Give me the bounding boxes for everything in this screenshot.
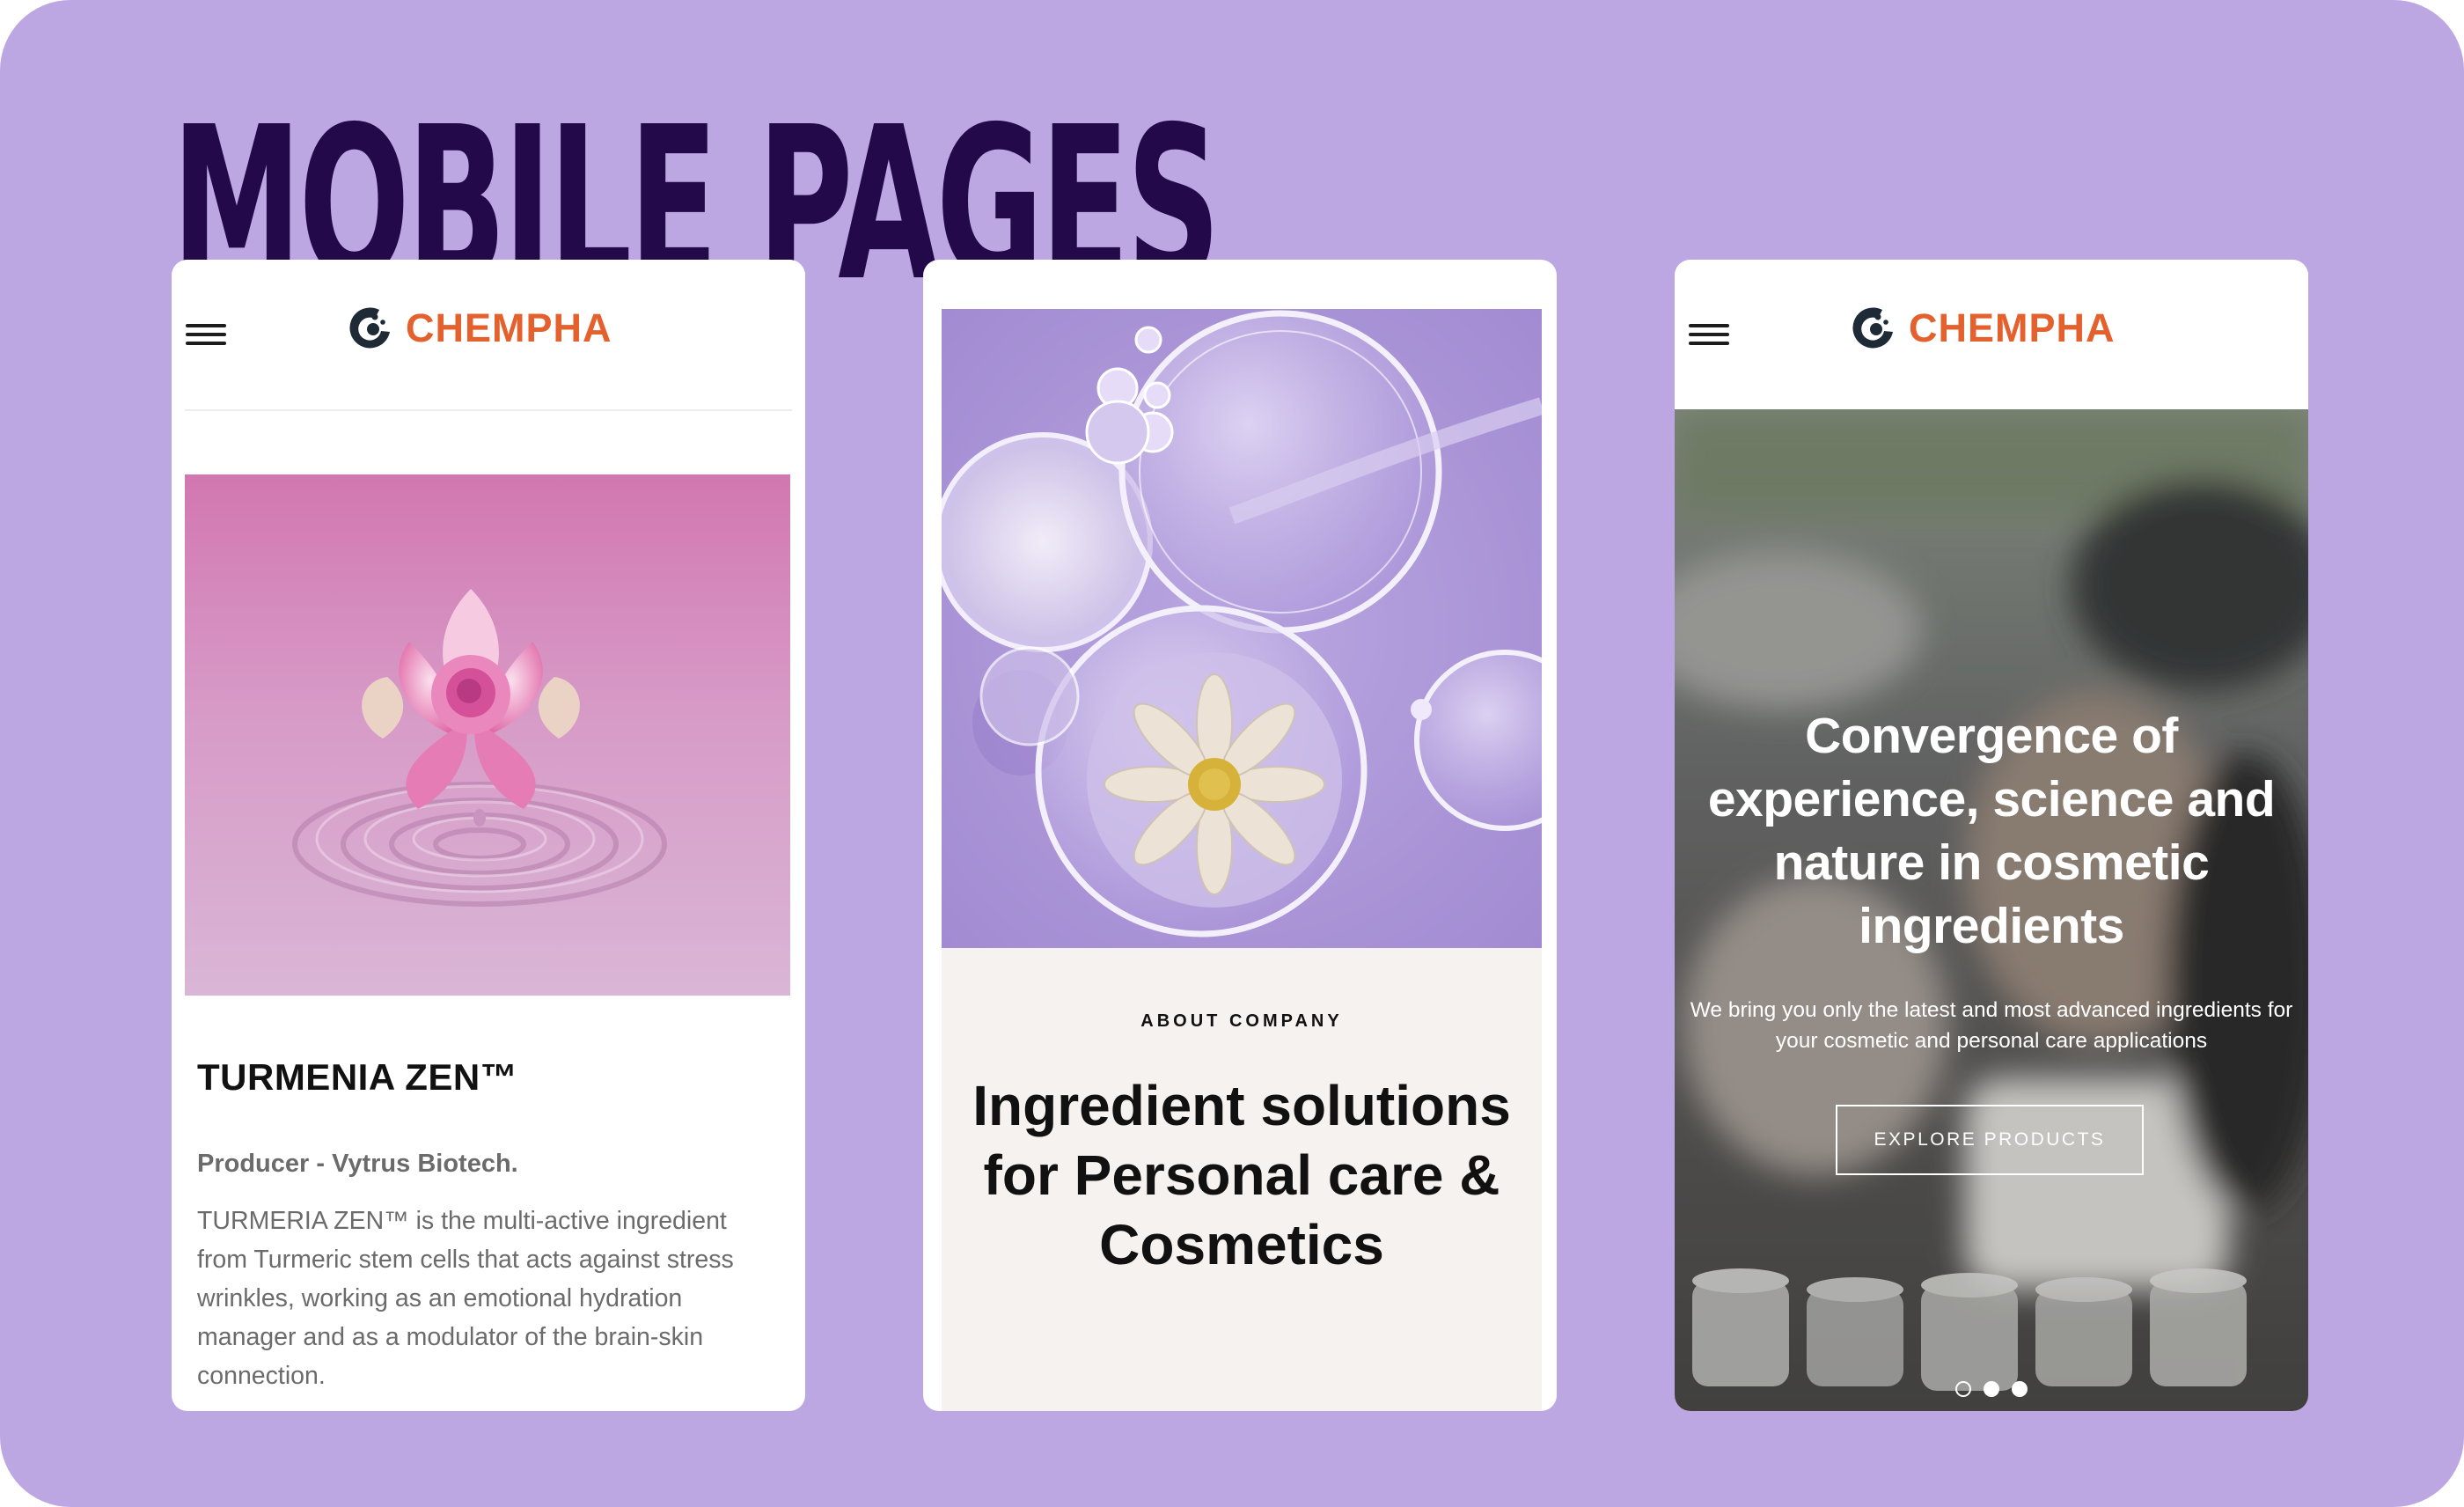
pink-flower-water-ripple-image: [185, 474, 790, 996]
hero-heading: Convergence of experience, science and n…: [1707, 708, 2276, 954]
hero-slider: Convergence of experience, science and n…: [1675, 409, 2308, 1411]
slider-dots: [1675, 1381, 2308, 1397]
petri-dishes-flower-image: [942, 309, 1542, 948]
slider-dot[interactable]: [2012, 1381, 2028, 1397]
slider-dot[interactable]: [1984, 1381, 1999, 1397]
logo-wordmark: CHEMPHA: [406, 305, 612, 350]
logo-wordmark: CHEMPHA: [1909, 305, 2116, 350]
chempha-logo-icon: [349, 307, 390, 349]
about-eyebrow: ABOUT COMPANY: [1140, 1011, 1343, 1031]
mobile-home-page: CHEMPHA Convergence of experience, scien…: [1675, 260, 2308, 1411]
chempha-logo[interactable]: CHEMPHA: [344, 302, 612, 355]
mobile-product-page: CHEMPHA TURMENIA ZEN™ Producer - Vytrus …: [172, 260, 805, 1411]
product-title: TURMENIA ZEN™: [197, 1056, 518, 1098]
site-header: CHEMPHA: [1675, 260, 2308, 409]
mobile-about-page: ABOUT COMPANY Ingredient solutions for P…: [923, 260, 1557, 1411]
product-producer: Producer - Vytrus Biotech.: [197, 1150, 518, 1178]
hamburger-menu-icon[interactable]: [1689, 317, 1733, 352]
product-description: TURMERIA ZEN™ is the multi-active ingred…: [197, 1207, 734, 1390]
slider-dot[interactable]: [1955, 1381, 1971, 1397]
chempha-logo-icon: [1852, 307, 1893, 349]
header-divider: [185, 409, 792, 411]
hamburger-menu-icon[interactable]: [186, 317, 230, 352]
site-header: CHEMPHA: [172, 260, 805, 409]
explore-products-button[interactable]: EXPLORE PRODUCTS: [1836, 1105, 2144, 1175]
hero-subheading: We bring you only the latest and most ad…: [1690, 998, 2293, 1053]
chempha-logo[interactable]: CHEMPHA: [1847, 302, 2116, 355]
presentation-board: MOBILE PAGES CHEMPHA TURMENIA ZEN™ Produ…: [0, 0, 2464, 1507]
about-heading: Ingredient solutions for Personal care &…: [972, 1074, 1511, 1276]
about-company-section: ABOUT COMPANY Ingredient solutions for P…: [942, 948, 1542, 1411]
